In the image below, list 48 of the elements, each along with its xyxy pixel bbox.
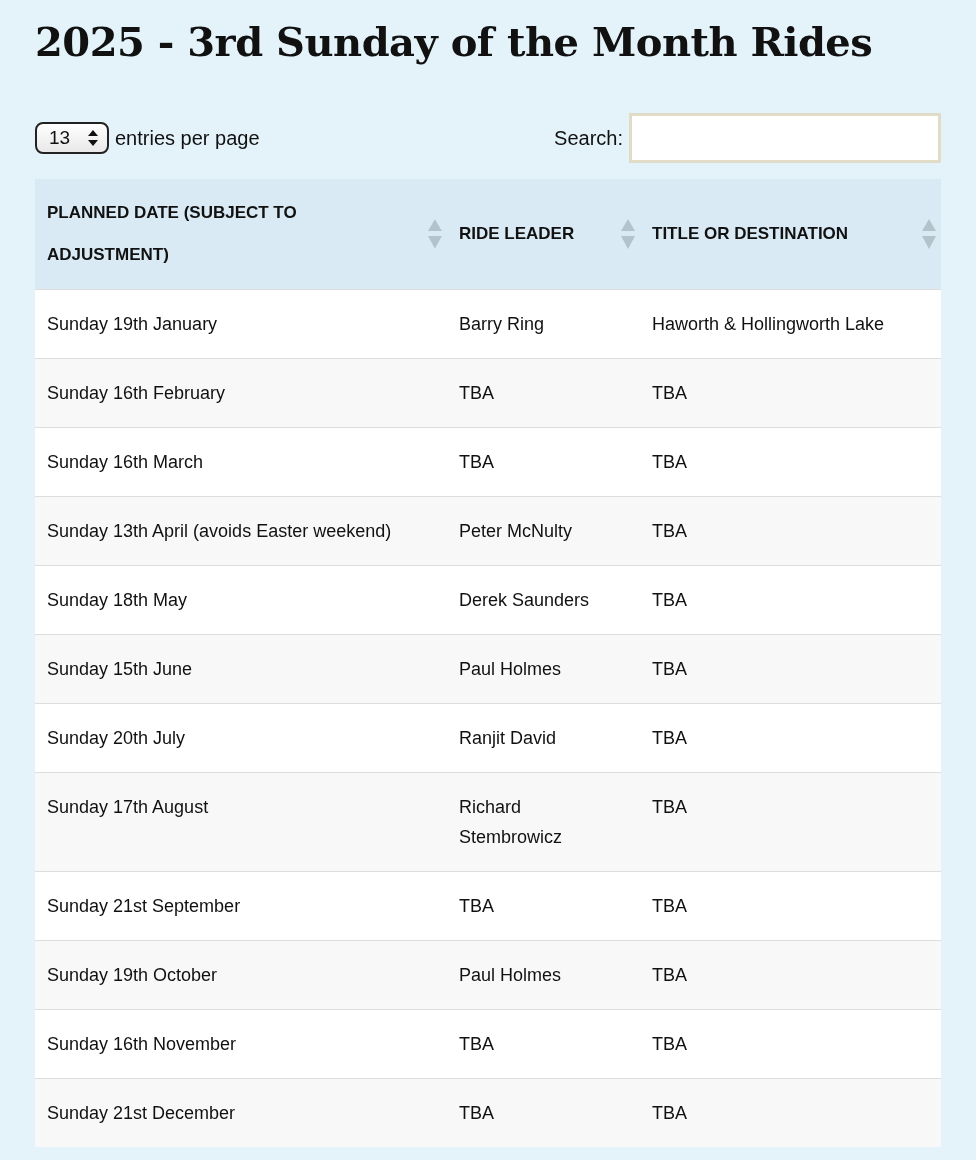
table-cell: Sunday 20th July xyxy=(35,703,447,773)
table-cell: TBA xyxy=(640,772,941,872)
table-cell: Sunday 21st December xyxy=(35,1078,447,1147)
table-cell: Sunday 16th November xyxy=(35,1009,447,1079)
search-field[interactable] xyxy=(629,113,941,163)
column-header[interactable]: TITLE OR DESTINATION xyxy=(640,179,941,290)
table-cell: TBA xyxy=(447,358,640,428)
page-title: 2025 - 3rd Sunday of the Month Rides xyxy=(35,18,874,65)
table-cell: Sunday 18th May xyxy=(35,565,447,635)
table-cell: TBA xyxy=(640,565,941,635)
table-cell: TBA xyxy=(640,1009,941,1079)
table-cell: TBA xyxy=(640,427,941,497)
table-cell: Paul Holmes xyxy=(447,634,640,704)
table-cell: TBA xyxy=(640,940,941,1010)
table-cell: TBA xyxy=(447,1078,640,1147)
table-cell: TBA xyxy=(640,496,941,566)
table-cell: TBA xyxy=(640,871,941,941)
table-cell: TBA xyxy=(447,871,640,941)
sort-icon xyxy=(921,218,937,250)
table-cell: Paul Holmes xyxy=(447,940,640,1010)
table-cell: Ranjit David xyxy=(447,703,640,773)
table-cell: TBA xyxy=(447,1009,640,1079)
table-cell: TBA xyxy=(640,634,941,704)
table-cell: Sunday 13th April (avoids Easter weekend) xyxy=(35,496,447,566)
sort-icon xyxy=(620,218,636,250)
table-cell: Sunday 17th August xyxy=(35,772,447,872)
table-cell: Peter McNulty xyxy=(447,496,640,566)
up-down-arrows-icon xyxy=(87,129,99,147)
search-label: Search: xyxy=(554,126,623,150)
table-cell: Richard Stembrowicz xyxy=(447,772,640,872)
table-cell: Sunday 16th February xyxy=(35,358,447,428)
sort-icon xyxy=(427,218,443,250)
table-cell: Sunday 15th June xyxy=(35,634,447,704)
table-cell: Haworth & Hollingworth Lake xyxy=(640,289,941,359)
table-cell: Barry Ring xyxy=(447,289,640,359)
column-header[interactable]: RIDE LEADER xyxy=(447,179,640,290)
entries-select[interactable]: 13 xyxy=(35,122,109,154)
table-cell: TBA xyxy=(447,427,640,497)
table-cell: TBA xyxy=(640,358,941,428)
table-cell: Derek Saunders xyxy=(447,565,640,635)
table-cell: TBA xyxy=(640,703,941,773)
table-cell: Sunday 19th January xyxy=(35,289,447,359)
table-cell: Sunday 19th October xyxy=(35,940,447,1010)
column-header[interactable]: PLANNED DATE (SUBJECT TO ADJUSTMENT) xyxy=(35,179,447,290)
table-cell: TBA xyxy=(640,1078,941,1147)
table-cell: Sunday 16th March xyxy=(35,427,447,497)
entries-label: entries per page xyxy=(115,126,260,150)
table-cell: Sunday 21st September xyxy=(35,871,447,941)
